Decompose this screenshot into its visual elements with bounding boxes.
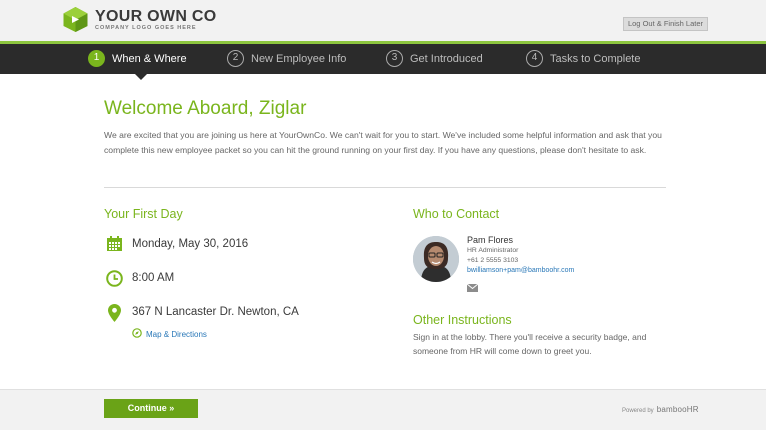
step-label: When & Where [112,52,187,65]
step-number: 1 [88,50,105,67]
step-number: 2 [227,50,244,67]
step-when-where[interactable]: 1 When & Where [88,50,187,67]
step-label: Get Introduced [410,52,483,65]
step-new-employee-info[interactable]: 2 New Employee Info [227,50,346,67]
envelope-icon[interactable] [466,279,479,297]
continue-button[interactable]: Continue » [104,399,198,418]
first-day-date: Monday, May 30, 2016 [132,238,249,250]
step-label: New Employee Info [251,52,347,65]
compass-icon [132,325,142,343]
intro-text: We are excited that you are joining us h… [104,130,662,155]
map-link-label: Map & Directions [146,329,207,339]
contact-phone: +61 2 5555 3103 [467,257,519,264]
company-logo: YOUR OWN CO COMPANY LOGO GOES HERE [62,6,217,33]
map-directions-link[interactable]: Map & Directions [132,325,207,343]
contact-email-link[interactable]: bwilliamson+pam@bamboohr.com [467,267,574,274]
step-tasks-to-complete[interactable]: 4 Tasks to Complete [526,50,640,67]
step-number: 3 [386,50,403,67]
contact-name: Pam Flores [467,235,514,245]
step-get-introduced[interactable]: 3 Get Introduced [386,50,483,67]
clock-icon [106,270,123,292]
contact-role: HR Administrator [467,247,519,254]
step-label: Tasks to Complete [550,52,641,65]
section-divider [104,187,666,188]
bamboohr-logo: bambooHR [656,405,699,414]
active-step-pointer [135,74,147,80]
logout-button[interactable]: Log Out & Finish Later [623,17,708,31]
map-pin-icon [108,304,121,327]
logo-tagline: COMPANY LOGO GOES HERE [95,24,197,31]
steps-bar: 1 When & Where 2 New Employee Info 3 Get… [0,44,766,74]
first-day-address: 367 N Lancaster Dr. Newton, CA [132,306,299,318]
calendar-icon [106,236,123,257]
logo-name: YOUR OWN CO [95,7,217,25]
first-day-time: 8:00 AM [132,272,175,284]
page-title: Welcome Aboard, Ziglar [104,98,307,119]
powered-by-label: Powered by [622,408,654,414]
step-number: 4 [526,50,543,67]
contact-heading: Who to Contact [413,207,500,221]
other-instructions-heading: Other Instructions [413,313,512,327]
other-instructions-text: Sign in at the lobby. There you'll recei… [413,332,647,356]
contact-avatar [413,236,459,282]
powered-by: Powered by bambooHR [622,405,699,414]
cube-logo-icon [62,6,89,33]
first-day-heading: Your First Day [104,207,183,221]
